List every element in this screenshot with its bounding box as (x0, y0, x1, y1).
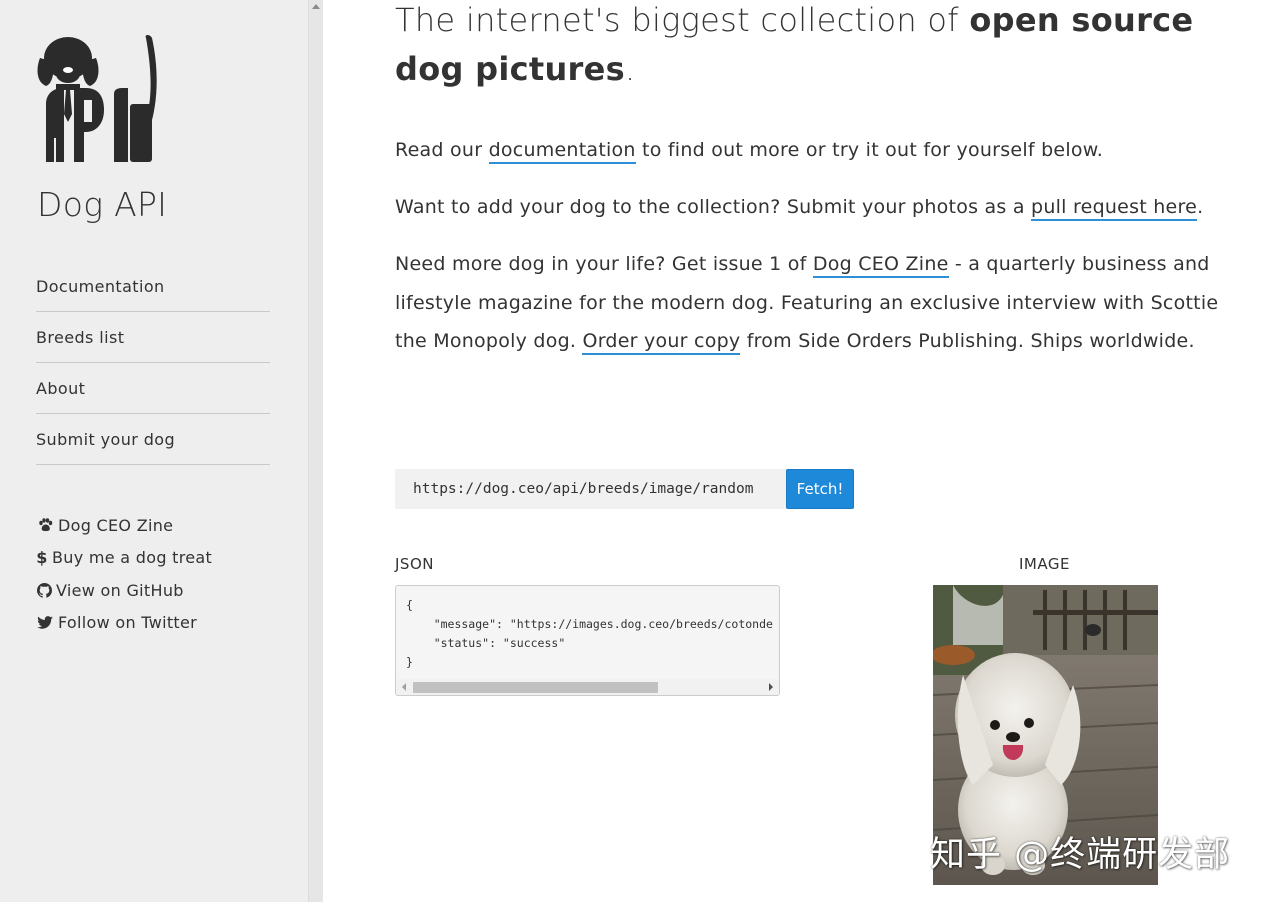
link-label[interactable]: Buy me a dog treat (52, 548, 212, 567)
link-dog-ceo-zine[interactable]: Dog CEO Zine (36, 509, 212, 542)
json-output[interactable]: { "message": "https://images.dog.ceo/bre… (395, 585, 780, 696)
image-label: IMAGE (1019, 555, 1070, 573)
json-horizontal-scrollbar[interactable] (396, 679, 779, 695)
site-title[interactable]: Dog API (37, 185, 167, 224)
para-text: Want to add your dog to the collection? … (395, 196, 1032, 218)
nav-item-about[interactable]: About (36, 363, 270, 414)
page-headline: The internet's biggest collection of ope… (395, 0, 1235, 94)
scroll-thumb[interactable] (413, 682, 658, 693)
nav-item-submit-your-dog[interactable]: Submit your dog (36, 414, 270, 465)
link-label[interactable]: Dog CEO Zine (58, 516, 173, 535)
zine-paragraph: Need more dog in your life? Get issue 1 … (395, 245, 1235, 361)
json-code: { "message": "https://images.dog.ceo/bre… (406, 598, 773, 669)
fetch-row: https://dog.ceo/api/breeds/image/random … (395, 469, 854, 509)
paw-icon (36, 517, 54, 533)
para-text: Read our (395, 139, 489, 161)
scroll-up-arrow-icon[interactable] (312, 4, 320, 9)
dog-api-logo[interactable] (34, 34, 158, 162)
nav-item-breeds-list[interactable]: Breeds list (36, 312, 270, 363)
para-text: to find out more or try it out for yours… (635, 139, 1104, 161)
link-view-on-github[interactable]: View on GitHub (36, 574, 212, 607)
dog-ceo-zine-link[interactable]: Dog CEO Zine (812, 253, 949, 278)
pull-request-link[interactable]: pull request here (1031, 196, 1198, 221)
headline-suffix: . (625, 50, 636, 88)
para-text: Need more dog in your life? Get issue 1 … (395, 253, 813, 275)
sidebar-extra-links: Dog CEO Zine $ Buy me a dog treat View o… (36, 509, 212, 639)
scroll-right-arrow-icon[interactable] (769, 683, 773, 691)
nav-item-label[interactable]: Breeds list (36, 328, 124, 347)
link-label[interactable]: View on GitHub (56, 581, 184, 600)
fetch-button[interactable]: Fetch! (786, 469, 854, 509)
nav-item-label[interactable]: About (36, 379, 85, 398)
twitter-icon (36, 615, 54, 631)
submit-paragraph: Want to add your dog to the collection? … (395, 188, 1235, 227)
sidebar: Dog API Documentation Breeds list About … (0, 0, 308, 902)
link-label[interactable]: Follow on Twitter (58, 613, 197, 632)
watermark-text: 知乎 @终端研发部 (930, 835, 1231, 875)
nav-item-label[interactable]: Submit your dog (36, 430, 175, 449)
scroll-left-arrow-icon[interactable] (402, 683, 406, 691)
headline-prefix: The internet's biggest collection of (395, 1, 970, 39)
sidebar-nav: Documentation Breeds list About Submit y… (36, 261, 270, 465)
para-text: . (1197, 196, 1204, 218)
sidebar-scrollbar[interactable] (308, 0, 323, 902)
github-icon (36, 582, 52, 598)
api-url-field[interactable]: https://dog.ceo/api/breeds/image/random (395, 469, 786, 509)
json-label: JSON (395, 555, 434, 573)
link-buy-me-a-dog-treat[interactable]: $ Buy me a dog treat (36, 542, 212, 575)
link-follow-on-twitter[interactable]: Follow on Twitter (36, 607, 212, 640)
para-text: from Side Orders Publishing. Ships world… (740, 330, 1195, 352)
nav-item-label[interactable]: Documentation (36, 277, 165, 296)
intro-paragraph: Read our documentation to find out more … (395, 131, 1235, 170)
dollar-icon: $ (36, 548, 48, 568)
nav-item-documentation[interactable]: Documentation (36, 261, 270, 312)
documentation-link[interactable]: documentation (488, 139, 636, 164)
order-your-copy-link[interactable]: Order your copy (582, 330, 741, 355)
